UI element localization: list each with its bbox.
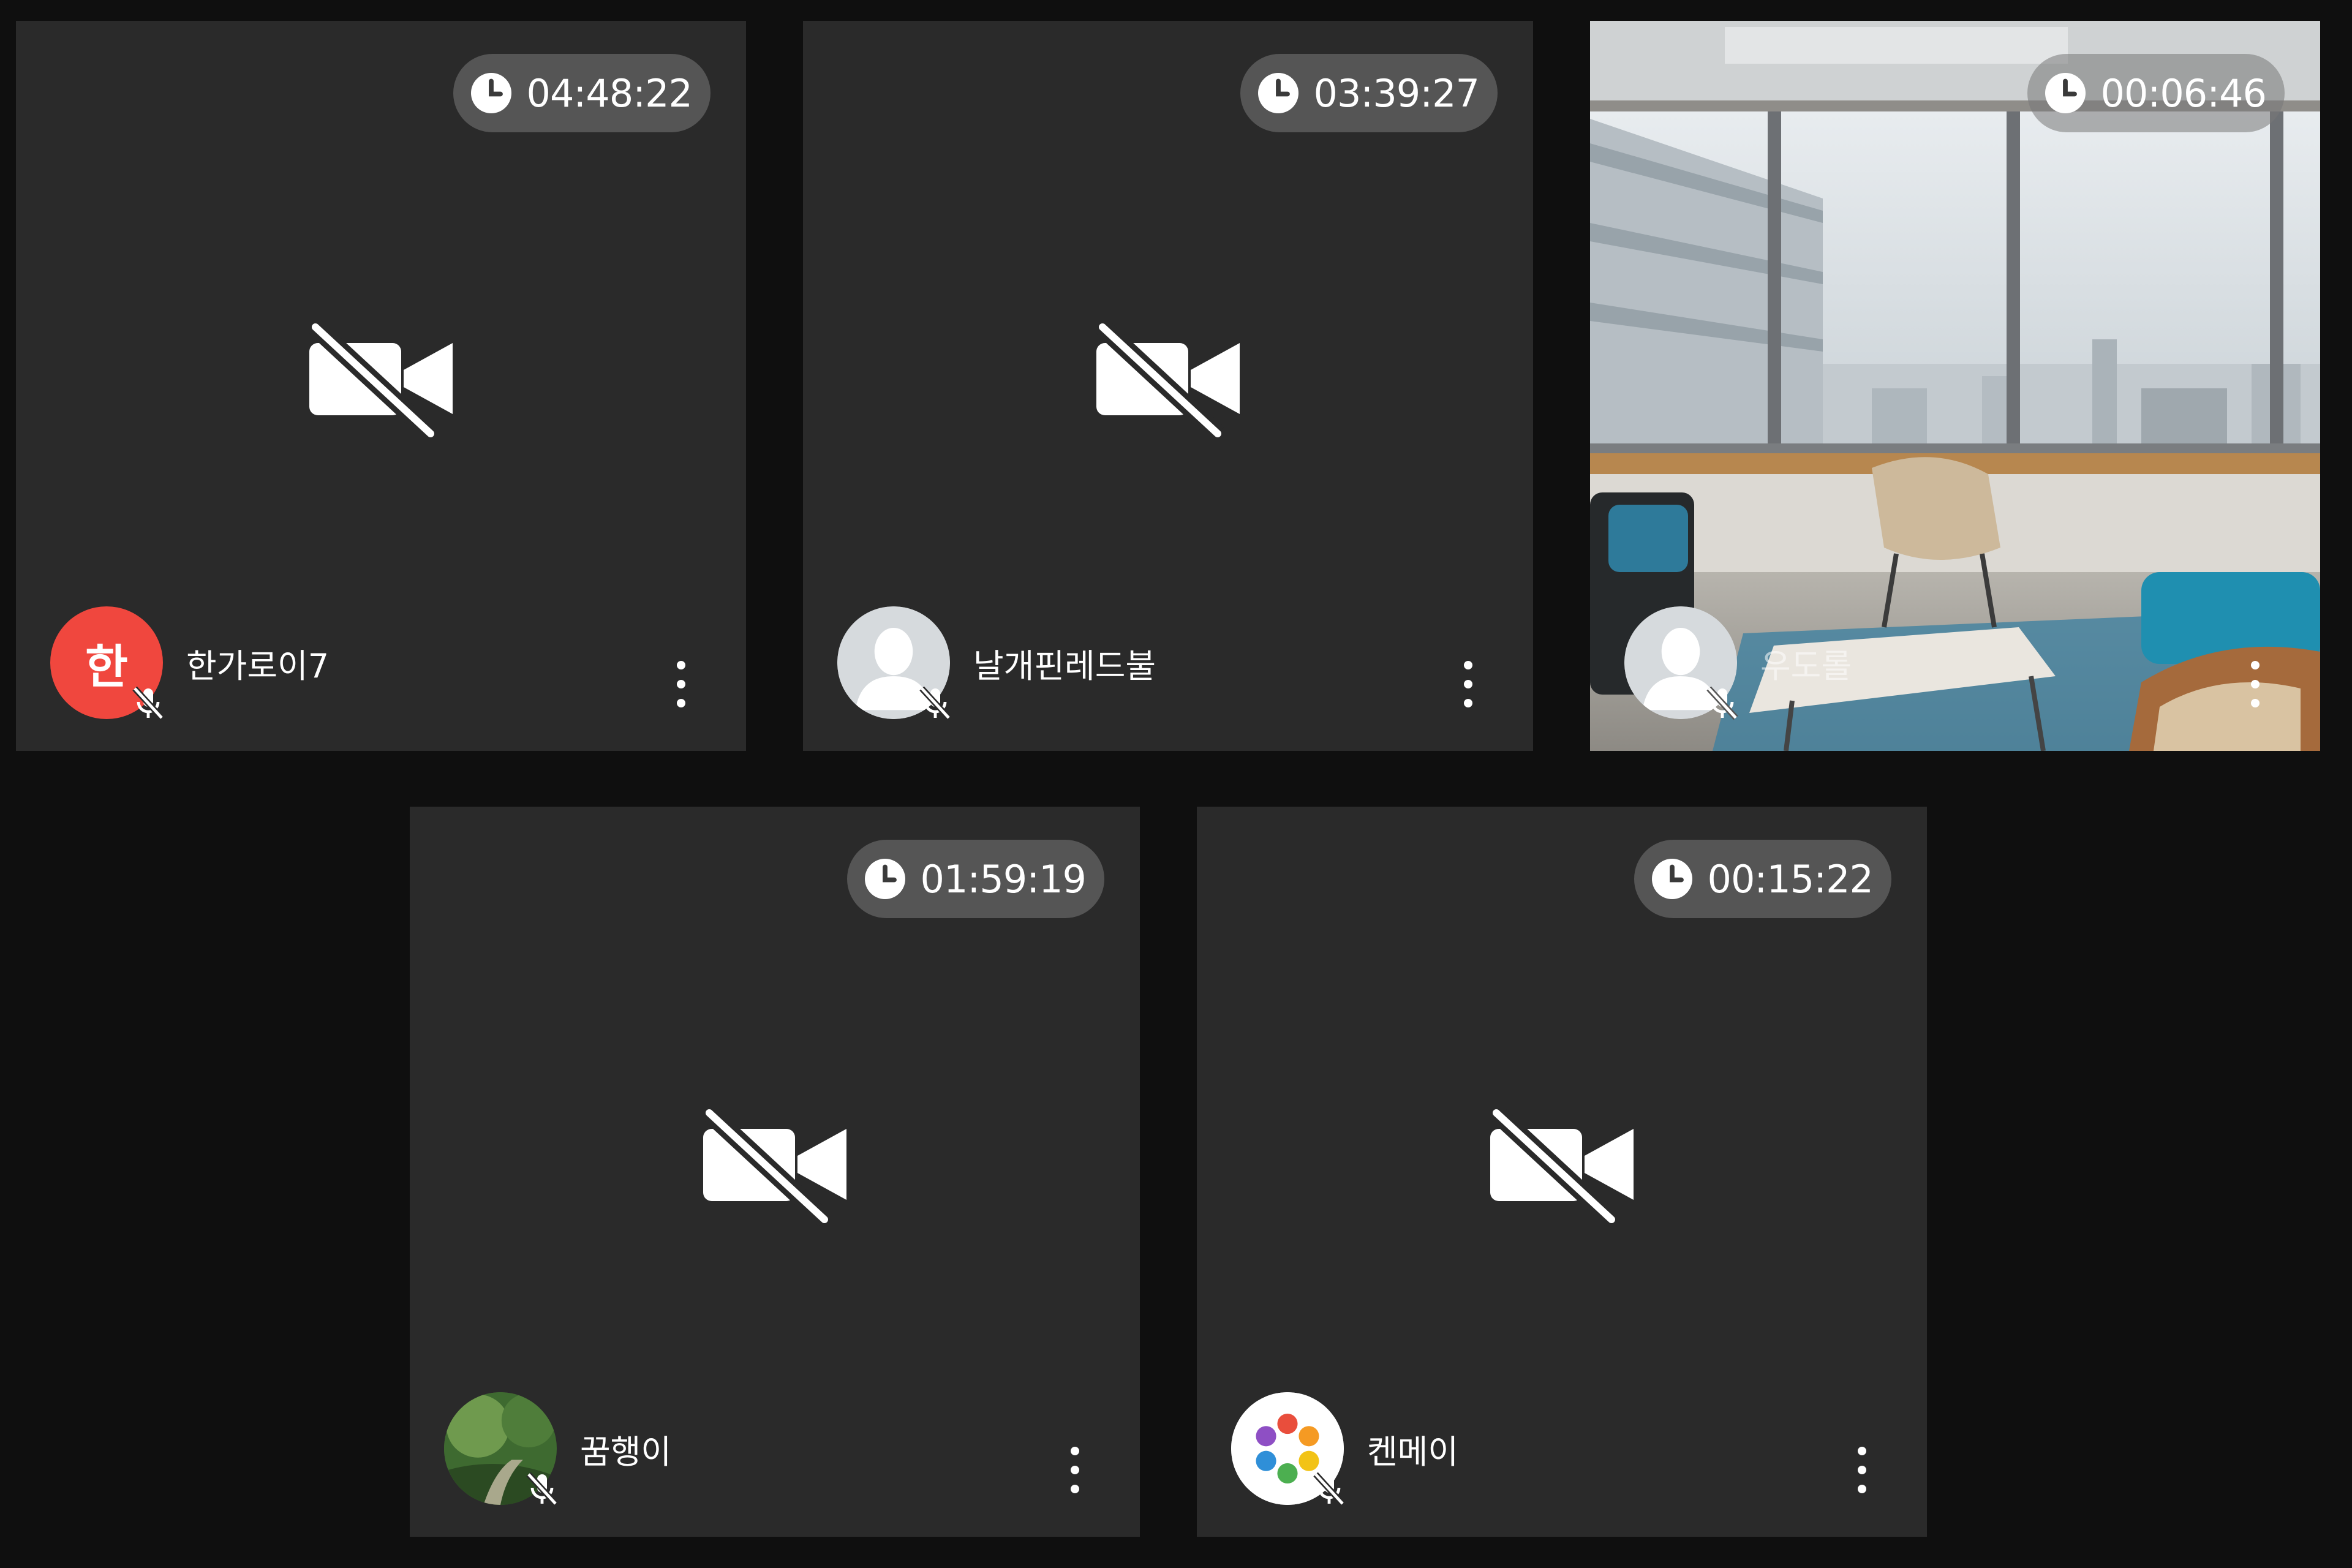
call-timer: 01:59:19 xyxy=(846,840,1104,918)
mic-off-icon xyxy=(916,684,955,723)
participant-tile[interactable]: 00:06:46 우도롤 xyxy=(1590,21,2320,751)
more-vertical-icon xyxy=(1464,661,1472,707)
timer-text: 04:48:22 xyxy=(526,70,693,116)
participant-tile[interactable]: 00:15:22 켄메이 xyxy=(1197,807,1927,1537)
participant-name: 꿈행이 xyxy=(580,1432,672,1471)
timer-text: 00:06:46 xyxy=(2100,70,2267,116)
call-timer: 04:48:22 xyxy=(453,54,710,132)
clock-icon xyxy=(1257,73,1298,113)
mic-off-icon xyxy=(129,684,168,723)
avatar xyxy=(1624,606,1738,720)
avatar xyxy=(1231,1392,1345,1506)
video-grid: 04:48:22 한 한가로이7 03:39:27 날개핀레드불 00:06:4… xyxy=(0,0,2352,1568)
timer-text: 01:59:19 xyxy=(920,856,1087,902)
mic-off-icon xyxy=(522,1469,562,1509)
more-options-button[interactable] xyxy=(2243,657,2267,712)
video-off-icon xyxy=(698,1103,851,1226)
participant-tile[interactable]: 01:59:19 꿈행이 xyxy=(410,807,1140,1537)
mic-off-icon xyxy=(1703,684,1742,723)
participant-name: 켄메이 xyxy=(1367,1432,1459,1471)
participant-info: 켄메이 xyxy=(1231,1392,1459,1506)
participant-tile[interactable]: 04:48:22 한 한가로이7 xyxy=(16,21,746,751)
more-vertical-icon xyxy=(2251,661,2260,707)
video-off-icon xyxy=(304,317,458,440)
avatar xyxy=(837,606,951,720)
participant-info: 꿈행이 xyxy=(444,1392,672,1506)
more-options-button[interactable] xyxy=(1456,657,1480,712)
avatar xyxy=(444,1392,558,1506)
participant-name: 한가로이7 xyxy=(186,646,330,685)
participant-info: 날개핀레드불 xyxy=(837,606,1156,720)
participant-info: 한 한가로이7 xyxy=(50,606,330,720)
call-timer: 00:15:22 xyxy=(1634,840,1891,918)
video-off-icon xyxy=(1485,1103,1638,1226)
clock-icon xyxy=(1651,859,1692,899)
participant-tile[interactable]: 03:39:27 날개핀레드불 xyxy=(803,21,1533,751)
more-options-button[interactable] xyxy=(1063,1442,1087,1498)
participant-name: 날개핀레드불 xyxy=(973,646,1156,685)
more-options-button[interactable] xyxy=(1850,1442,1874,1498)
mic-off-icon xyxy=(1310,1469,1349,1509)
more-vertical-icon xyxy=(677,661,685,707)
timer-text: 03:39:27 xyxy=(1313,70,1480,116)
participant-name: 우도롤 xyxy=(1760,646,1852,685)
more-options-button[interactable] xyxy=(669,657,693,712)
call-timer: 00:06:46 xyxy=(2027,54,2285,132)
clock-icon xyxy=(470,73,511,113)
more-vertical-icon xyxy=(1858,1447,1866,1493)
clock-icon xyxy=(2045,73,2086,113)
more-vertical-icon xyxy=(1071,1447,1079,1493)
timer-text: 00:15:22 xyxy=(1707,856,1874,902)
avatar: 한 xyxy=(50,606,164,720)
clock-icon xyxy=(864,859,905,899)
video-off-icon xyxy=(1091,317,1245,440)
participant-info: 우도롤 xyxy=(1624,606,1852,720)
call-timer: 03:39:27 xyxy=(1240,54,1498,132)
